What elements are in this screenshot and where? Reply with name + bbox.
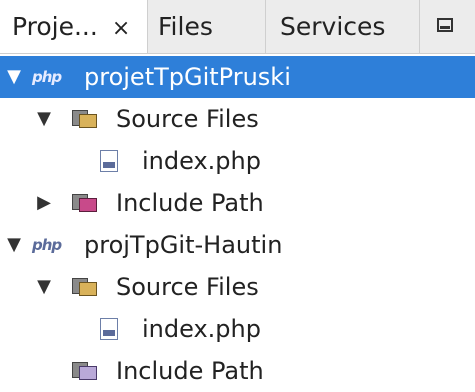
- close-icon[interactable]: ×: [112, 16, 130, 41]
- file-name: index.php: [142, 315, 261, 343]
- tab-projects[interactable]: Proje... ×: [0, 0, 148, 53]
- include-path-icon: [72, 192, 98, 214]
- tab-files-label: Files: [158, 12, 213, 41]
- tab-services-label: Services: [280, 12, 386, 41]
- tree-node-project-1[interactable]: ▼ php projetTpGitPruski: [0, 56, 475, 98]
- tab-bar: Proje... × Files Services: [0, 0, 475, 54]
- tree-node-source-files[interactable]: ▼ Source Files: [0, 266, 475, 308]
- expanded-arrow-icon[interactable]: ▼: [34, 98, 54, 140]
- php-file-icon: [100, 150, 118, 172]
- php-file-icon: [100, 318, 118, 340]
- tree-node-include-path[interactable]: ▶ Include Path: [0, 182, 475, 224]
- source-folder-icon: [72, 276, 98, 298]
- php-project-icon: php: [32, 236, 62, 254]
- tree-node-file[interactable]: index.php: [0, 140, 475, 182]
- tree-node-project-2[interactable]: ▼ php projTpGit-Hautin: [0, 224, 475, 266]
- include-path-icon: [72, 360, 98, 382]
- minimize-icon[interactable]: [437, 18, 453, 32]
- tree-node-file[interactable]: index.php: [0, 308, 475, 350]
- source-folder-icon: [72, 108, 98, 130]
- node-label: Include Path: [116, 189, 264, 217]
- expanded-arrow-icon[interactable]: ▼: [4, 224, 24, 266]
- tab-projects-label: Proje...: [12, 12, 98, 41]
- project-name: projTpGit-Hautin: [84, 231, 283, 259]
- node-label: Source Files: [116, 105, 259, 133]
- tree-node-include-path[interactable]: Include Path: [0, 350, 475, 392]
- tab-files[interactable]: Files: [148, 0, 266, 53]
- tab-services[interactable]: Services: [266, 0, 420, 53]
- expanded-arrow-icon[interactable]: ▼: [4, 56, 24, 98]
- file-name: index.php: [142, 147, 261, 175]
- node-label: Source Files: [116, 273, 259, 301]
- node-label: Include Path: [116, 357, 264, 385]
- expanded-arrow-icon[interactable]: ▼: [34, 266, 54, 308]
- tree-node-source-files[interactable]: ▼ Source Files: [0, 98, 475, 140]
- php-project-icon: php: [32, 68, 62, 86]
- project-name: projetTpGitPruski: [84, 63, 291, 91]
- collapsed-arrow-icon[interactable]: ▶: [34, 182, 54, 224]
